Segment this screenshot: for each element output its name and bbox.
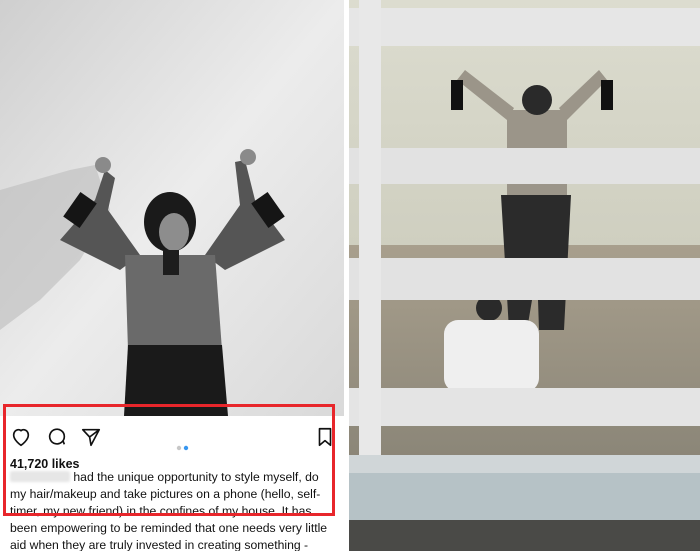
action-bar <box>10 426 336 451</box>
instagram-post: 41,720 likes had the unique opportunity … <box>0 0 344 551</box>
bookmark-icon[interactable] <box>314 426 336 448</box>
post-caption: had the unique opportunity to style myse… <box>10 469 336 551</box>
carousel-dots <box>176 445 189 451</box>
post-footer: 41,720 likes had the unique opportunity … <box>0 416 344 551</box>
behind-scenes-photo <box>349 0 700 551</box>
heart-icon[interactable] <box>10 426 32 448</box>
post-photo <box>0 0 344 416</box>
blurred-username[interactable] <box>10 471 70 482</box>
caption-text: had the unique opportunity to style myse… <box>10 470 328 551</box>
comment-icon[interactable] <box>46 426 68 448</box>
share-icon[interactable] <box>80 426 102 448</box>
